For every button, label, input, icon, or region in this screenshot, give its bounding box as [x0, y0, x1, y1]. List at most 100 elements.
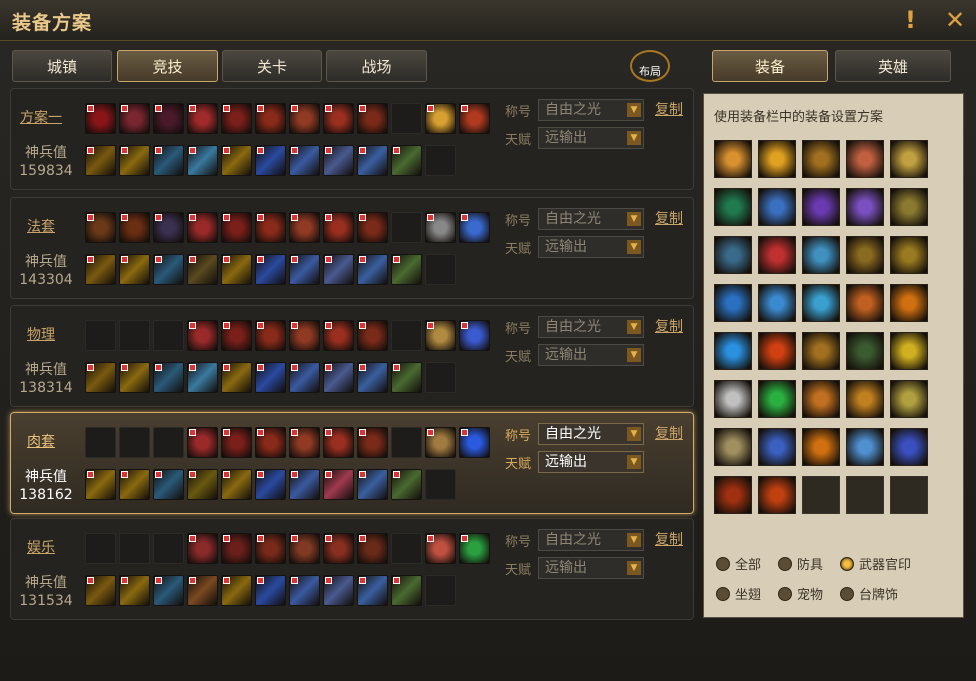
radio-icon[interactable]: [840, 557, 854, 571]
equipment-slot[interactable]: [255, 320, 286, 351]
weapon-seal-slot[interactable]: [289, 575, 320, 606]
equipment-slot[interactable]: [221, 320, 252, 351]
equipment-slot[interactable]: [289, 103, 320, 134]
radio-icon[interactable]: [840, 587, 854, 601]
weapon-seal-slot[interactable]: [425, 145, 456, 176]
inventory-item[interactable]: [846, 428, 884, 466]
equipment-slot[interactable]: [119, 212, 150, 243]
weapon-seal-slot[interactable]: [221, 254, 252, 285]
weapon-seal-slot[interactable]: [187, 575, 218, 606]
equipment-slot[interactable]: [459, 533, 490, 564]
radio-icon[interactable]: [778, 557, 792, 571]
set-name[interactable]: 方案一: [11, 107, 71, 127]
close-icon[interactable]: ✕: [945, 6, 965, 34]
weapon-seal-slot[interactable]: [187, 254, 218, 285]
weapon-seal-slot[interactable]: [187, 469, 218, 500]
weapon-seal-slot[interactable]: [187, 145, 218, 176]
title-dropdown[interactable]: 自由之光 ▼: [538, 99, 644, 121]
inventory-item[interactable]: [846, 188, 884, 226]
radio-icon[interactable]: [716, 587, 730, 601]
inventory-item[interactable]: [714, 236, 752, 274]
weapon-seal-slot[interactable]: [425, 469, 456, 500]
title-dropdown[interactable]: 自由之光 ▼: [538, 208, 644, 230]
copy-button[interactable]: 复制: [655, 316, 683, 336]
inventory-item[interactable]: [714, 140, 752, 178]
inventory-item[interactable]: [890, 284, 928, 322]
weapon-seal-slot[interactable]: [425, 575, 456, 606]
weapon-seal-slot[interactable]: [323, 145, 354, 176]
weapon-seal-slot[interactable]: [85, 254, 116, 285]
filter-option[interactable]: 台牌饰: [840, 584, 898, 603]
weapon-seal-slot[interactable]: [153, 362, 184, 393]
tab-hero[interactable]: 英雄: [835, 50, 951, 82]
weapon-seal-slot[interactable]: [85, 145, 116, 176]
inventory-item[interactable]: [758, 140, 796, 178]
weapon-seal-slot[interactable]: [357, 254, 388, 285]
inventory-item[interactable]: [890, 140, 928, 178]
inventory-item[interactable]: [890, 332, 928, 370]
equipment-slot[interactable]: [357, 320, 388, 351]
filter-option[interactable]: 宠物: [778, 584, 823, 603]
tab-battlefield[interactable]: 战场: [326, 50, 427, 82]
equipment-slot[interactable]: [153, 320, 184, 351]
equipment-slot[interactable]: [289, 212, 320, 243]
equipment-slot[interactable]: [85, 103, 116, 134]
equipment-slot[interactable]: [85, 427, 116, 458]
weapon-seal-slot[interactable]: [323, 254, 354, 285]
weapon-seal-slot[interactable]: [221, 575, 252, 606]
equipment-slot[interactable]: [187, 212, 218, 243]
inventory-item[interactable]: [846, 380, 884, 418]
weapon-seal-slot[interactable]: [221, 145, 252, 176]
weapon-seal-slot[interactable]: [357, 469, 388, 500]
inventory-empty-cell[interactable]: [890, 476, 928, 514]
filter-option[interactable]: 坐翅: [716, 584, 761, 603]
weapon-seal-slot[interactable]: [221, 362, 252, 393]
inventory-item[interactable]: [802, 428, 840, 466]
tab-town[interactable]: 城镇: [12, 50, 112, 82]
inventory-item[interactable]: [802, 284, 840, 322]
inventory-item[interactable]: [714, 428, 752, 466]
weapon-seal-slot[interactable]: [255, 469, 286, 500]
inventory-item[interactable]: [846, 284, 884, 322]
equipment-slot[interactable]: [391, 103, 422, 134]
equipment-slot[interactable]: [391, 533, 422, 564]
inventory-item[interactable]: [758, 236, 796, 274]
equipment-slot[interactable]: [391, 212, 422, 243]
weapon-seal-slot[interactable]: [153, 469, 184, 500]
weapon-seal-slot[interactable]: [119, 575, 150, 606]
equipment-slot[interactable]: [459, 320, 490, 351]
set-name[interactable]: 娱乐: [11, 537, 71, 557]
weapon-seal-slot[interactable]: [323, 575, 354, 606]
weapon-seal-slot[interactable]: [289, 254, 320, 285]
equipment-set-row[interactable]: 方案一 神兵值 159834 称号 自由之光 ▼ 天赋 远输出 ▼ 复制: [10, 88, 694, 190]
weapon-seal-slot[interactable]: [85, 575, 116, 606]
inventory-item[interactable]: [714, 380, 752, 418]
equipment-slot[interactable]: [119, 533, 150, 564]
weapon-seal-slot[interactable]: [153, 575, 184, 606]
weapon-seal-slot[interactable]: [85, 362, 116, 393]
weapon-seal-slot[interactable]: [289, 145, 320, 176]
inventory-item[interactable]: [758, 476, 796, 514]
weapon-seal-slot[interactable]: [85, 469, 116, 500]
equipment-slot[interactable]: [85, 320, 116, 351]
equipment-slot[interactable]: [221, 103, 252, 134]
filter-option[interactable]: 武器官印: [840, 554, 911, 573]
equipment-slot[interactable]: [289, 320, 320, 351]
weapon-seal-slot[interactable]: [425, 254, 456, 285]
equipment-slot[interactable]: [221, 533, 252, 564]
inventory-item[interactable]: [714, 188, 752, 226]
equipment-slot[interactable]: [187, 103, 218, 134]
equipment-slot[interactable]: [119, 427, 150, 458]
inventory-item[interactable]: [802, 332, 840, 370]
filter-option[interactable]: 全部: [716, 554, 761, 573]
copy-button[interactable]: 复制: [655, 529, 683, 549]
tab-equipment[interactable]: 装备: [712, 50, 828, 82]
equipment-slot[interactable]: [357, 212, 388, 243]
filter-option[interactable]: 防具: [778, 554, 823, 573]
equipment-slot[interactable]: [357, 533, 388, 564]
inventory-item[interactable]: [758, 380, 796, 418]
equipment-slot[interactable]: [323, 212, 354, 243]
equipment-slot[interactable]: [391, 320, 422, 351]
weapon-seal-slot[interactable]: [255, 254, 286, 285]
copy-button[interactable]: 复制: [655, 99, 683, 119]
